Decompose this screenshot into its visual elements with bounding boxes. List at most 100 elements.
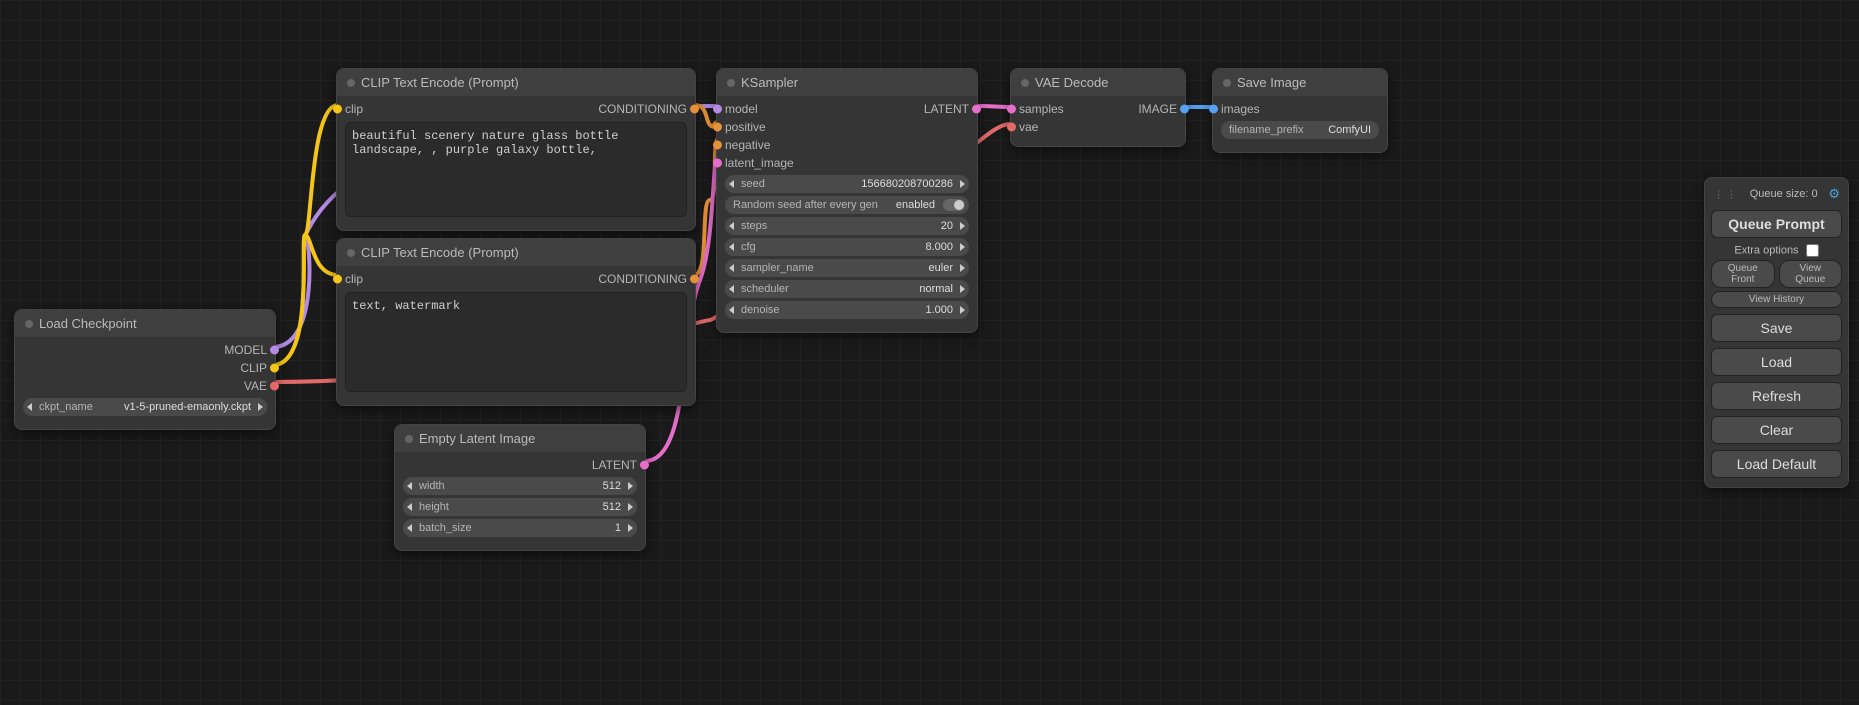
output-model[interactable]: MODEL [23, 341, 267, 359]
arrow-left-icon[interactable] [729, 243, 734, 251]
node-header[interactable]: CLIP Text Encode (Prompt) [337, 239, 695, 266]
prompt-textarea[interactable] [345, 122, 687, 217]
arrow-left-icon[interactable] [729, 285, 734, 293]
settings-gear-icon[interactable]: ⚙ [1828, 186, 1840, 202]
arrow-left-icon[interactable] [407, 524, 412, 532]
save-button[interactable]: Save [1711, 314, 1842, 342]
arrow-left-icon[interactable] [729, 222, 734, 230]
input-clip[interactable]: clip [345, 102, 363, 116]
arrow-left-icon[interactable] [729, 306, 734, 314]
drag-handle-icon[interactable]: ⋮⋮ [1713, 188, 1739, 201]
collapse-dot-icon[interactable] [1223, 79, 1231, 87]
arrow-right-icon[interactable] [960, 306, 965, 314]
output-vae[interactable]: VAE [23, 377, 267, 395]
output-latent[interactable]: LATENT [924, 102, 969, 116]
node-ksampler[interactable]: KSampler model LATENT positive negative … [716, 68, 978, 333]
queue-front-button[interactable]: Queue Front [1711, 260, 1775, 288]
ckpt-name-widget[interactable]: ckpt_name v1-5-pruned-emaonly.ckpt [23, 398, 267, 416]
node-header[interactable]: Load Checkpoint [15, 310, 275, 337]
port-clip-icon[interactable] [270, 364, 279, 373]
node-empty-latent-image[interactable]: Empty Latent Image LATENT width 512 heig… [394, 424, 646, 551]
port-clip-icon[interactable] [333, 105, 342, 114]
arrow-right-icon[interactable] [960, 222, 965, 230]
arrow-right-icon[interactable] [628, 503, 633, 511]
arrow-right-icon[interactable] [960, 243, 965, 251]
output-image[interactable]: IMAGE [1138, 102, 1177, 116]
port-vae-icon[interactable] [1007, 123, 1016, 132]
cfg-widget[interactable]: cfg8.000 [725, 238, 969, 256]
collapse-dot-icon[interactable] [347, 79, 355, 87]
scheduler-widget[interactable]: schedulernormal [725, 280, 969, 298]
view-history-button[interactable]: View History [1711, 291, 1842, 308]
arrow-left-icon[interactable] [729, 264, 734, 272]
node-vae-decode[interactable]: VAE Decode samples IMAGE vae [1010, 68, 1186, 147]
refresh-button[interactable]: Refresh [1711, 382, 1842, 410]
collapse-dot-icon[interactable] [405, 435, 413, 443]
port-model-icon[interactable] [713, 105, 722, 114]
node-header[interactable]: CLIP Text Encode (Prompt) [337, 69, 695, 96]
node-header[interactable]: KSampler [717, 69, 977, 96]
arrow-right-icon[interactable] [258, 403, 263, 411]
input-clip[interactable]: clip [345, 272, 363, 286]
node-clip-text-encode-negative[interactable]: CLIP Text Encode (Prompt) clip CONDITION… [336, 238, 696, 406]
queue-prompt-button[interactable]: Queue Prompt [1711, 210, 1842, 238]
arrow-left-icon[interactable] [729, 180, 734, 188]
arrow-right-icon[interactable] [960, 285, 965, 293]
output-conditioning[interactable]: CONDITIONING [598, 102, 687, 116]
arrow-left-icon[interactable] [27, 403, 32, 411]
node-header[interactable]: Save Image [1213, 69, 1387, 96]
port-conditioning-icon[interactable] [713, 141, 722, 150]
view-queue-button[interactable]: View Queue [1779, 260, 1843, 288]
port-conditioning-icon[interactable] [690, 275, 699, 284]
collapse-dot-icon[interactable] [25, 320, 33, 328]
toggle-icon[interactable] [943, 199, 965, 211]
port-vae-icon[interactable] [270, 382, 279, 391]
port-conditioning-icon[interactable] [713, 123, 722, 132]
input-latent-image[interactable]: latent_image [725, 154, 969, 172]
sampler-name-widget[interactable]: sampler_nameeuler [725, 259, 969, 277]
node-header[interactable]: Empty Latent Image [395, 425, 645, 452]
port-model-icon[interactable] [270, 346, 279, 355]
node-load-checkpoint[interactable]: Load Checkpoint MODEL CLIP VAE ckpt_name… [14, 309, 276, 430]
load-button[interactable]: Load [1711, 348, 1842, 376]
arrow-right-icon[interactable] [960, 264, 965, 272]
port-latent-icon[interactable] [972, 105, 981, 114]
denoise-widget[interactable]: denoise1.000 [725, 301, 969, 319]
input-samples[interactable]: samples [1019, 102, 1064, 116]
node-clip-text-encode-positive[interactable]: CLIP Text Encode (Prompt) clip CONDITION… [336, 68, 696, 231]
port-clip-icon[interactable] [333, 275, 342, 284]
arrow-right-icon[interactable] [960, 180, 965, 188]
input-images[interactable]: images [1221, 100, 1379, 118]
node-header[interactable]: VAE Decode [1011, 69, 1185, 96]
collapse-dot-icon[interactable] [347, 249, 355, 257]
collapse-dot-icon[interactable] [727, 79, 735, 87]
extra-options-checkbox[interactable] [1806, 244, 1819, 257]
random-seed-toggle[interactable]: Random seed after every genenabled [725, 196, 969, 214]
arrow-right-icon[interactable] [628, 524, 633, 532]
input-negative[interactable]: negative [725, 136, 969, 154]
port-latent-icon[interactable] [713, 159, 722, 168]
arrow-left-icon[interactable] [407, 482, 412, 490]
prompt-textarea[interactable] [345, 292, 687, 392]
batch-size-widget[interactable]: batch_size 1 [403, 519, 637, 537]
port-image-icon[interactable] [1180, 105, 1189, 114]
height-widget[interactable]: height 512 [403, 498, 637, 516]
input-model[interactable]: model [725, 102, 758, 116]
output-latent[interactable]: LATENT [403, 456, 637, 474]
steps-widget[interactable]: steps20 [725, 217, 969, 235]
output-clip[interactable]: CLIP [23, 359, 267, 377]
arrow-right-icon[interactable] [628, 482, 633, 490]
output-conditioning[interactable]: CONDITIONING [598, 272, 687, 286]
load-default-button[interactable]: Load Default [1711, 450, 1842, 478]
clear-button[interactable]: Clear [1711, 416, 1842, 444]
port-latent-icon[interactable] [640, 461, 649, 470]
port-latent-icon[interactable] [1007, 105, 1016, 114]
collapse-dot-icon[interactable] [1021, 79, 1029, 87]
main-menu[interactable]: ⋮⋮ Queue size: 0 ⚙ Queue Prompt Extra op… [1704, 177, 1849, 488]
port-image-icon[interactable] [1209, 105, 1218, 114]
input-vae[interactable]: vae [1019, 118, 1177, 136]
width-widget[interactable]: width 512 [403, 477, 637, 495]
input-positive[interactable]: positive [725, 118, 969, 136]
seed-widget[interactable]: seed156680208700286 [725, 175, 969, 193]
extra-options[interactable]: Extra options [1711, 244, 1842, 257]
